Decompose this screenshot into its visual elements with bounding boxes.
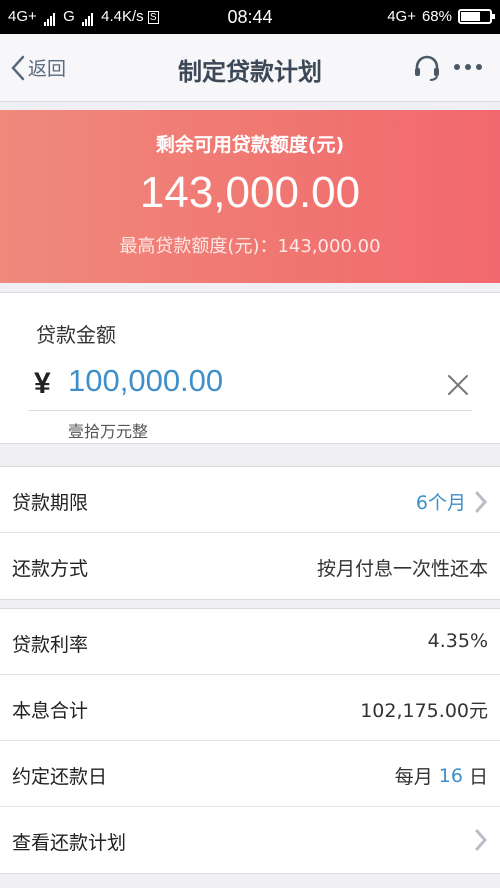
navigation-bar: 返回 制定贷款计划 (0, 34, 500, 102)
chevron-right-icon (475, 829, 488, 851)
repayment-method-value: 按月付息一次性还本 (316, 558, 488, 580)
currency-symbol: ¥ (34, 367, 51, 400)
repayment-method-row[interactable]: 还款方式 按月付息一次性还本 (0, 533, 500, 599)
interest-rate-label: 贷款利率 (12, 634, 89, 656)
chevron-right-icon (475, 491, 488, 512)
loan-term-value: 6个月 (415, 492, 466, 514)
loan-details-group: 贷款利率 4.35% 本息合计 102,175.00元 约定还款日 每月 16 … (0, 608, 500, 874)
available-credit-banner: 剩余可用贷款额度(元) 143,000.00 最高贷款额度(元)：143,000… (0, 110, 500, 283)
total-repayment-row: 本息合计 102,175.00元 (0, 675, 500, 741)
repayment-day-label: 约定还款日 (12, 766, 108, 788)
total-repayment-value: 102,175.00元 (360, 700, 488, 722)
loan-term-label: 贷款期限 (12, 492, 89, 514)
loan-term-value-wrap: 6个月 (416, 488, 488, 515)
loan-terms-group: 贷款期限 6个月 还款方式 按月付息一次性还本 (0, 466, 500, 600)
battery-icon (458, 9, 495, 24)
clear-icon[interactable] (446, 373, 470, 401)
input-underline (28, 410, 472, 411)
status-right: 4G+ 68% (387, 8, 495, 25)
headset-icon[interactable] (412, 54, 442, 86)
repayment-day-value: 每月 16 日 (395, 762, 488, 789)
right-network-type: 4G+ (387, 8, 416, 25)
interest-rate-row: 贷款利率 4.35% (0, 609, 500, 675)
view-repayment-plan-label: 查看还款计划 (12, 832, 127, 854)
more-icon[interactable] (452, 54, 484, 86)
total-repayment-label: 本息合计 (12, 700, 89, 722)
banner-title: 剩余可用贷款额度(元) (155, 134, 345, 156)
max-credit: 最高贷款额度(元)：143,000.00 (119, 236, 381, 257)
repayment-day-suffix: 日 (462, 766, 488, 788)
view-plan-chevron-wrap (474, 828, 488, 852)
loan-amount-label: 贷款金额 (36, 323, 116, 347)
amount-in-words: 壹拾万元整 (68, 422, 149, 441)
status-bar: 4G+ G 4.4K/s S 08:44 4G+ 68% (0, 0, 500, 34)
repayment-method-label: 还款方式 (12, 558, 89, 580)
loan-amount-card: 贷款金额 ¥ 壹拾万元整 (0, 292, 500, 444)
repayment-day-prefix: 每月 (394, 766, 439, 788)
loan-amount-input[interactable] (68, 363, 428, 399)
repayment-day-number[interactable]: 16 (439, 765, 463, 787)
view-repayment-plan-row[interactable]: 查看还款计划 (0, 807, 500, 873)
repayment-day-row[interactable]: 约定还款日 每月 16 日 (0, 741, 500, 807)
battery-percent: 68% (421, 8, 452, 25)
interest-rate-value: 4.35% (427, 630, 488, 652)
available-amount: 143,000.00 (139, 168, 361, 217)
loan-term-row[interactable]: 贷款期限 6个月 (0, 467, 500, 533)
